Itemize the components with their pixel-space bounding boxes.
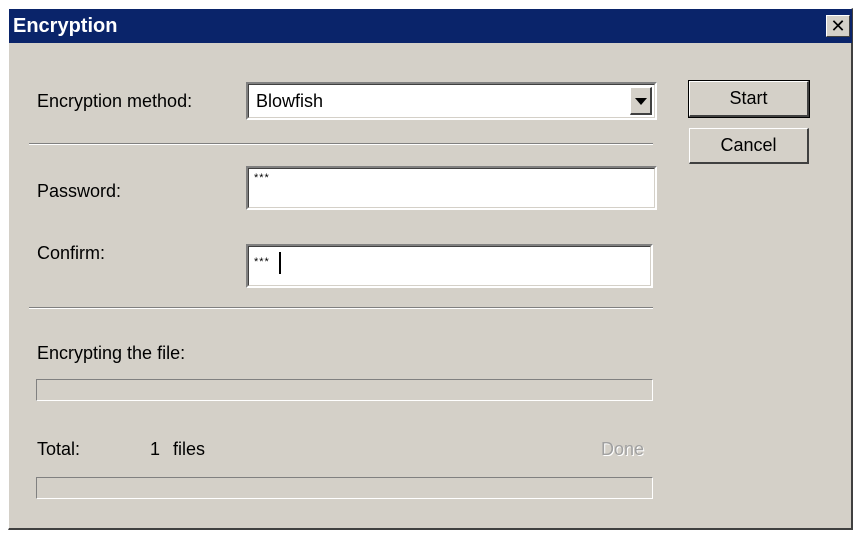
separator	[29, 307, 653, 309]
encryption-method-label: Encryption method:	[37, 91, 193, 111]
total-unit: files	[173, 439, 206, 459]
password-value: ***	[254, 172, 270, 184]
window-title: Encryption	[13, 15, 118, 37]
confirm-value: ***	[254, 256, 270, 268]
cancel-button[interactable]: Cancel	[689, 128, 809, 164]
start-button[interactable]: Start	[688, 80, 810, 118]
encryption-method-select[interactable]: Blowfish	[246, 82, 657, 120]
encrypting-file-label: Encrypting the file:	[37, 343, 186, 363]
done-status: Done	[601, 439, 645, 459]
total-count: 1	[150, 439, 161, 459]
total-label: Total:	[37, 439, 81, 459]
close-button[interactable]: ✕	[826, 15, 850, 37]
chevron-down-icon	[635, 98, 647, 105]
title-bar: Encryption ✕	[9, 9, 852, 43]
close-icon: ✕	[830, 16, 846, 36]
dropdown-button[interactable]	[630, 87, 652, 115]
confirm-label: Confirm:	[37, 243, 106, 263]
confirm-field[interactable]: ***	[246, 244, 653, 288]
password-label: Password:	[37, 181, 122, 201]
file-progress-bar	[36, 379, 653, 401]
total-progress-bar	[36, 477, 653, 499]
separator	[29, 143, 653, 145]
encryption-method-value: Blowfish	[256, 91, 324, 111]
text-caret	[279, 252, 281, 274]
encryption-dialog: Encryption ✕ Encryption method: Blowfish…	[8, 8, 853, 530]
password-field[interactable]: ***	[246, 166, 657, 210]
